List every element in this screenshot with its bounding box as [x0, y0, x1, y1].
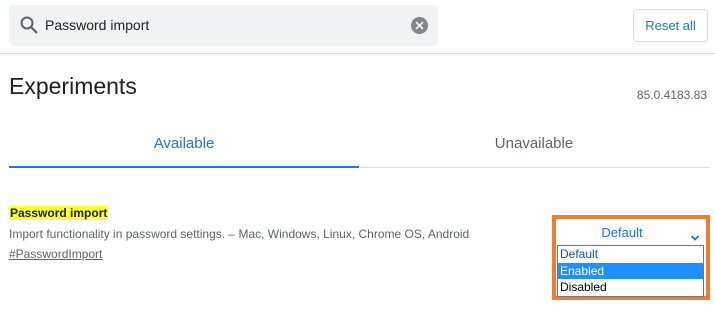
page-title: Experiments — [9, 73, 137, 99]
header: Reset all — [0, 0, 715, 54]
dropdown-option-enabled[interactable]: Enabled — [558, 262, 703, 280]
reset-all-button[interactable]: Reset all — [633, 9, 708, 42]
version-label: 85.0.4183.83 — [636, 88, 707, 102]
flag-title: Password import — [9, 206, 109, 220]
tab-unavailable[interactable]: Unavailable — [359, 122, 709, 168]
flag-link[interactable]: #PasswordImport — [9, 247, 102, 261]
tab-available[interactable]: Available — [9, 122, 359, 168]
search-input[interactable] — [45, 5, 405, 46]
flag-description: Import functionality in password setting… — [9, 227, 470, 241]
select-current-value: Default — [601, 225, 643, 240]
dropdown-list: Default Enabled Disabled — [557, 245, 704, 297]
dropdown-option-default[interactable]: Default — [558, 246, 703, 263]
search-box[interactable] — [9, 5, 438, 46]
flag-state-select[interactable]: Default — [557, 220, 704, 244]
dropdown-option-disabled[interactable]: Disabled — [558, 279, 703, 296]
chevron-down-icon — [690, 227, 700, 241]
clear-icon[interactable] — [411, 17, 428, 34]
search-icon — [19, 15, 39, 35]
